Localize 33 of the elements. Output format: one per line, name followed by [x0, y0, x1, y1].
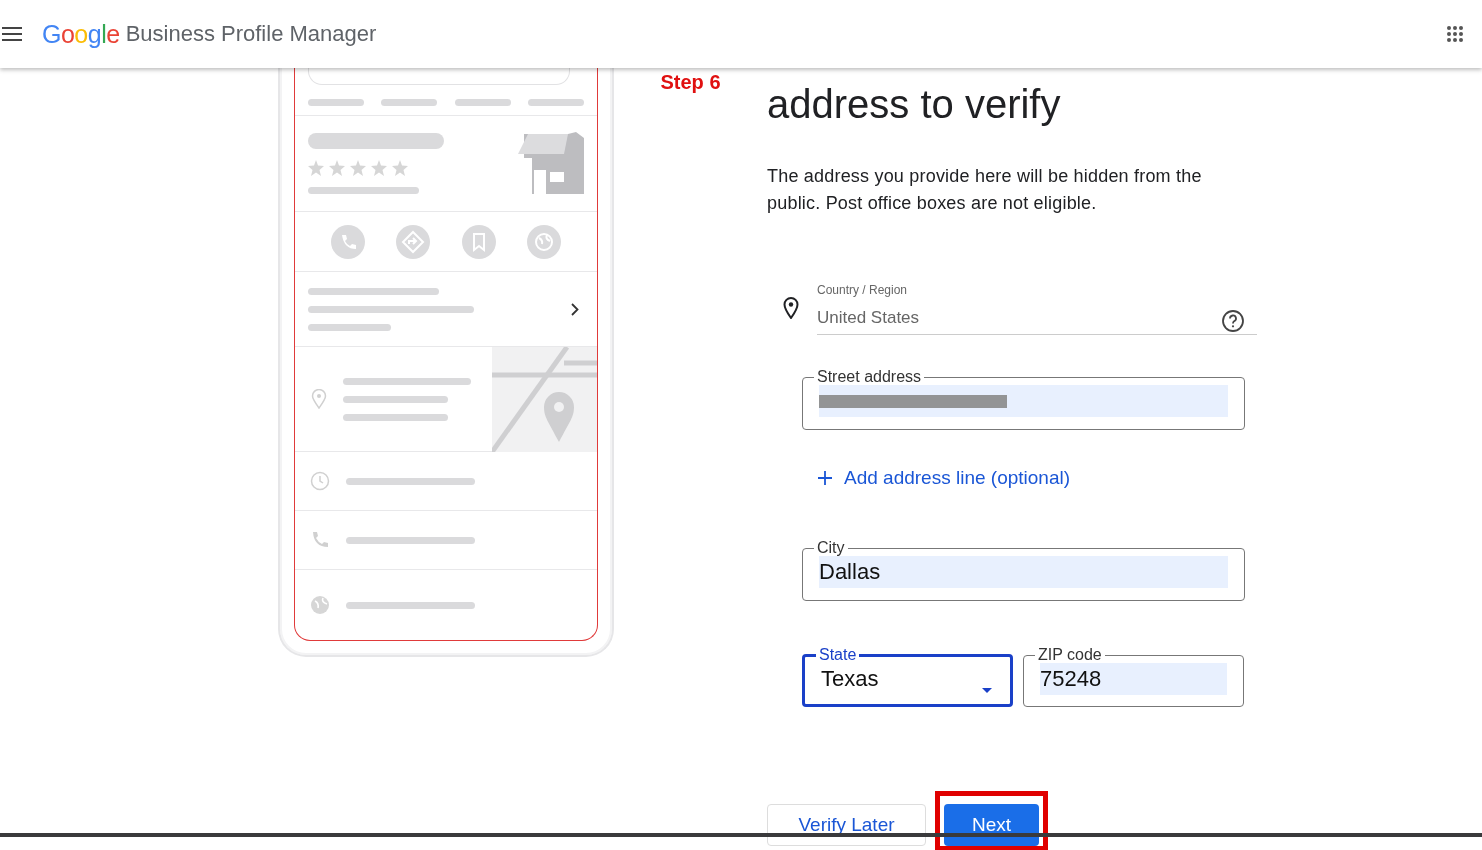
plus-icon — [818, 471, 832, 485]
placeholder-line — [308, 99, 364, 106]
bookmark-icon — [461, 224, 496, 259]
apps-grid-icon[interactable] — [1446, 25, 1464, 43]
globe-icon — [310, 595, 330, 615]
phone-icon — [330, 224, 365, 259]
storefront-icon — [518, 131, 584, 196]
street-address-field[interactable]: Street address — [802, 369, 1245, 430]
directions-icon — [396, 224, 431, 259]
google-logo[interactable]: Google — [42, 19, 120, 49]
caret-icon — [982, 688, 992, 693]
city-field[interactable]: City Dallas — [802, 540, 1245, 601]
step-annotation: Step 6 — [660, 71, 721, 95]
clock-icon — [310, 471, 330, 491]
state-dropdown[interactable]: State Texas — [802, 647, 1013, 707]
placeholder-line — [528, 99, 584, 106]
phone-icon — [310, 530, 330, 550]
placeholder-line — [381, 99, 438, 106]
chevron-right-icon — [571, 302, 579, 316]
zip-code-field[interactable]: ZIP code 75248 — [1023, 647, 1244, 707]
menu-icon[interactable] — [2, 27, 22, 41]
placeholder-line — [454, 99, 511, 106]
help-icon[interactable] — [1221, 309, 1245, 333]
product-name: Business Profile Manager — [125, 21, 377, 47]
country-field[interactable]: Country / Region United States — [817, 282, 1257, 335]
add-address-line-link[interactable]: Add address line (optional) — [818, 466, 1071, 490]
location-pin-icon — [311, 389, 327, 409]
verify-later-button[interactable]: Verify Later — [767, 804, 926, 846]
page-heading: address to verify — [767, 81, 1062, 128]
description-text: The address you provide here will be hidden from the public. Post office boxes are not eligible. — [767, 165, 1203, 215]
next-button[interactable]: Next — [944, 804, 1039, 846]
globe-icon — [527, 224, 562, 259]
location-pin-icon — [783, 296, 799, 319]
